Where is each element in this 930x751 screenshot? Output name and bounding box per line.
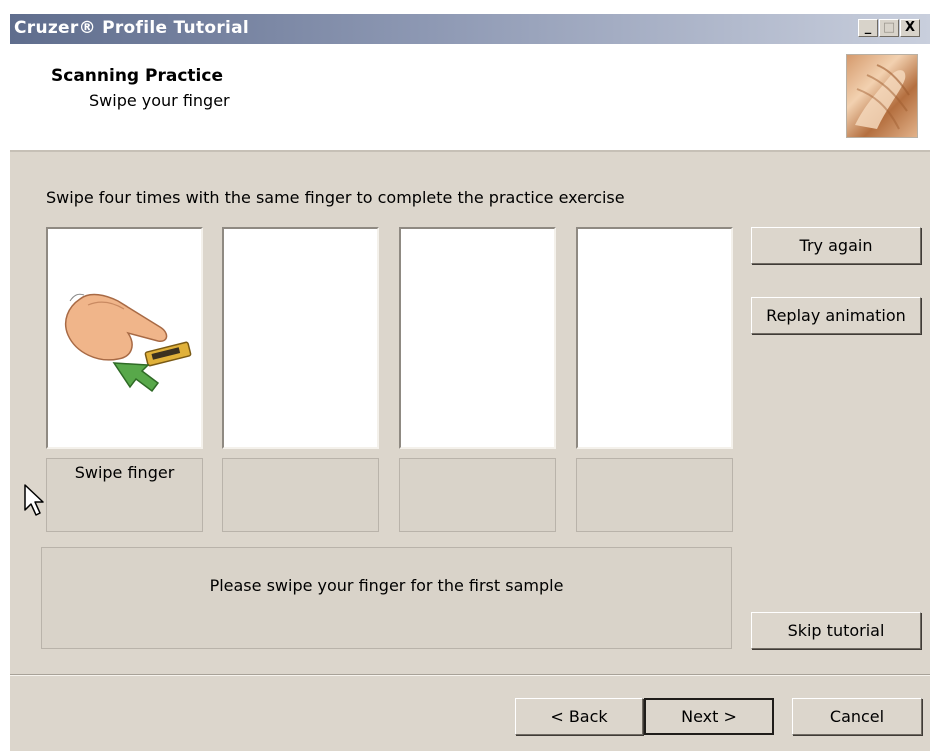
status-message: Please swipe your finger for the first s… [209, 576, 564, 595]
replay-animation-button[interactable]: Replay animation [751, 297, 921, 334]
page-title: Scanning Practice [51, 66, 223, 86]
fingerprint-photo-icon [846, 54, 918, 138]
minimize-button[interactable]: _ [858, 19, 878, 37]
sample-label-1: Swipe finger [46, 458, 203, 532]
finger-swipe-icon [64, 293, 192, 393]
skip-tutorial-button[interactable]: Skip tutorial [751, 612, 921, 649]
next-button[interactable]: Next > [644, 698, 774, 735]
back-button[interactable]: < Back [515, 698, 643, 735]
maximize-button[interactable]: □ [879, 19, 899, 37]
footer-separator [10, 674, 930, 676]
sample-pane-1 [46, 227, 203, 449]
sample-pane-4 [576, 227, 733, 449]
tutorial-window: Cruzer® Profile Tutorial _ □ X Scanning … [10, 14, 930, 751]
wizard-header: Scanning Practice Swipe your finger [10, 44, 930, 152]
cancel-button[interactable]: Cancel [792, 698, 922, 735]
try-again-button[interactable]: Try again [751, 227, 921, 264]
page-subtitle: Swipe your finger [89, 91, 230, 110]
window-title: Cruzer® Profile Tutorial [14, 18, 250, 38]
instruction-text: Swipe four times with the same finger to… [46, 188, 625, 207]
status-box: Please swipe your finger for the first s… [41, 547, 732, 649]
sample-pane-3 [399, 227, 556, 449]
sample-label-2 [222, 458, 379, 532]
title-bar[interactable]: Cruzer® Profile Tutorial _ □ X [10, 14, 930, 44]
mouse-pointer-icon [24, 484, 44, 516]
sample-label-3 [399, 458, 556, 532]
sample-pane-2 [222, 227, 379, 449]
close-button[interactable]: X [900, 19, 920, 37]
sample-label-4 [576, 458, 733, 532]
